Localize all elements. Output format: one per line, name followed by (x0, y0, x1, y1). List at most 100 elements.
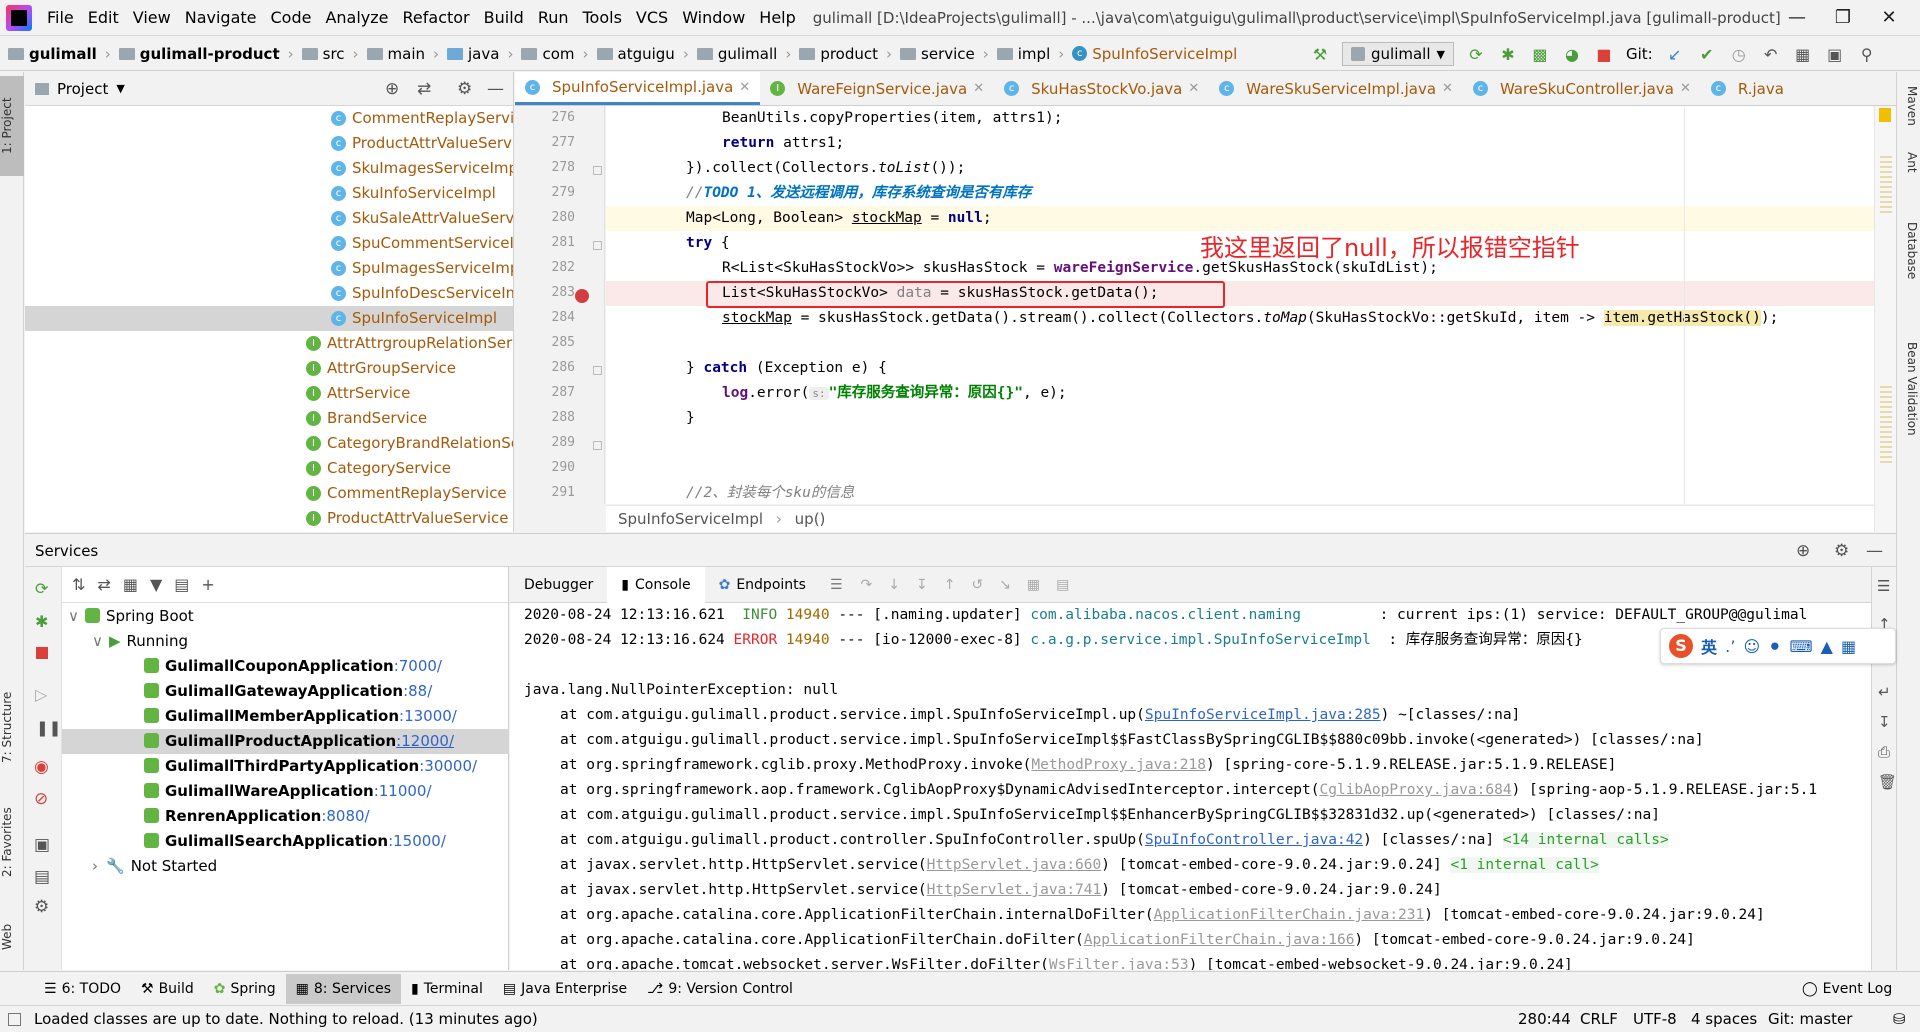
status-toggle-icon[interactable] (8, 1013, 21, 1026)
fold-marker-icon[interactable] (593, 366, 602, 375)
globe-icon[interactable]: ⊕ (1796, 534, 1810, 568)
close-icon[interactable]: ✕ (1866, 0, 1912, 36)
internal-calls-fold[interactable]: <14 internal calls> (1502, 832, 1669, 848)
crumb-method[interactable]: up() (795, 510, 826, 528)
debug-icon[interactable]: ✱ (1497, 43, 1519, 65)
new-tab-icon[interactable]: ▤ (174, 575, 189, 594)
hide-icon[interactable]: — (487, 79, 504, 99)
build-hammer-icon[interactable]: ⚒ (1309, 43, 1331, 65)
tree-item[interactable]: I CommentReplayService (25, 481, 513, 506)
tree-item[interactable]: I AttrAttrgroupRelationSer (25, 331, 513, 356)
tree-item[interactable]: c SpuCommentServiceIr (25, 231, 513, 256)
tree-item[interactable]: c CommentReplayServic (25, 106, 513, 131)
ime-language[interactable]: 英 (1701, 634, 1717, 658)
tree-item[interactable]: I AttrGroupService (25, 356, 513, 381)
drop-frame-icon[interactable]: ↺ (971, 577, 983, 593)
settings-icon[interactable]: ⚙ (34, 897, 49, 917)
tree-spring-boot[interactable]: ∨ Spring Boot (68, 604, 508, 629)
tab-spring[interactable]: ✿ Spring (204, 974, 286, 1004)
locate-icon[interactable]: ⊕ (385, 79, 399, 99)
force-step-into-icon[interactable]: ↧ (916, 577, 928, 593)
menu-help[interactable]: Help (752, 8, 802, 27)
profile-icon[interactable]: ◕ (1561, 43, 1583, 65)
chevron-down-icon[interactable]: ▼ (116, 82, 124, 95)
breadcrumb-impl[interactable]: impl › (996, 45, 1064, 63)
menu-vcs[interactable]: VCS (629, 8, 675, 27)
service-coupon[interactable]: GulimallCouponApplication:7000/ (144, 654, 504, 679)
menu-run[interactable]: Run (531, 8, 576, 27)
tree-running[interactable]: ∨ ▶ Running (92, 629, 507, 654)
service-ware[interactable]: GulimallWareApplication:11000/ (144, 779, 504, 804)
restore-icon[interactable]: ❐ (1820, 0, 1866, 36)
print-icon[interactable]: ⎙ (1878, 743, 1890, 761)
collapse-all-icon[interactable]: ⇄ (97, 575, 110, 594)
fold-marker-icon[interactable] (593, 241, 602, 250)
menu-view[interactable]: View (126, 8, 178, 27)
rerun-icon[interactable]: ⟳ (1465, 43, 1487, 65)
refresh-icon[interactable]: ⟳ (35, 579, 48, 598)
git-update-icon[interactable]: ↙ (1664, 43, 1686, 65)
crumb-class[interactable]: SpuInfoServiceImpl (618, 510, 763, 528)
run-to-cursor-icon[interactable]: ↘ (999, 577, 1011, 593)
tab-database[interactable]: Database (1899, 222, 1919, 279)
tab-ant[interactable]: Ant (1899, 152, 1919, 173)
lock-icon[interactable]: ⛁ (1893, 1006, 1906, 1032)
tree-item[interactable]: c SpuInfoDescServiceIm (25, 281, 513, 306)
hide-icon[interactable]: — (1866, 534, 1883, 568)
minimize-icon[interactable]: — (1774, 0, 1820, 36)
skin-icon[interactable]: ▲ (1821, 637, 1833, 656)
breadcrumb-class[interactable]: c SpuInfoServiceImpl (1072, 45, 1237, 63)
service-renren[interactable]: RenrenApplication:8080/ (144, 804, 504, 829)
tab-version-control[interactable]: ⎇ 9: Version Control (637, 974, 803, 1004)
coverage-icon[interactable]: ▩ (1529, 43, 1551, 65)
service-product[interactable]: GulimallProductApplication:12000/ (62, 729, 509, 754)
evaluate-icon[interactable]: ▦ (1027, 577, 1040, 593)
pause-icon[interactable]: ❚❚ (36, 719, 61, 737)
editor-error-stripe[interactable] (1874, 106, 1896, 532)
tab-bean-validation[interactable]: Bean Validation (1899, 342, 1919, 436)
trace-icon[interactable]: ▤ (1056, 577, 1069, 593)
tab-debugger[interactable]: Debugger (510, 567, 607, 603)
git-branch[interactable]: Git: master (1768, 1006, 1852, 1032)
project-panel-title[interactable]: Project (57, 80, 108, 98)
step-into-icon[interactable]: ↓ (888, 577, 900, 593)
stop-icon[interactable] (36, 647, 48, 659)
tree-item[interactable]: I CategoryBrandRelationSe (25, 431, 513, 456)
close-tab-icon[interactable]: ✕ (1442, 81, 1453, 96)
project-structure-icon[interactable]: ▦ (1792, 43, 1814, 65)
close-tab-icon[interactable]: ✕ (1680, 81, 1691, 96)
breadcrumb-src[interactable]: src › (301, 45, 359, 63)
menu-refactor[interactable]: Refactor (396, 8, 477, 27)
grid-icon[interactable]: ▦ (1841, 637, 1856, 656)
tree-item[interactable]: c SkuInfoServiceImpl (25, 181, 513, 206)
file-encoding[interactable]: UTF-8 (1633, 1006, 1677, 1032)
service-thirdparty[interactable]: GulimallThirdPartyApplication:30000/ (144, 754, 504, 779)
tree-item[interactable]: c SkuImagesServiceImpl (25, 156, 513, 181)
tree-item[interactable]: c ProductAttrValueServi (25, 131, 513, 156)
breadcrumb-service[interactable]: service › (900, 45, 989, 63)
tab-warefeignservice[interactable]: I WareFeignService.java ✕ (760, 72, 994, 105)
breadcrumb-gulimall-pkg[interactable]: gulimall › (696, 45, 791, 63)
presentation-icon[interactable]: ▣ (1824, 43, 1846, 65)
tab-maven[interactable]: Maven (1899, 86, 1919, 126)
menu-edit[interactable]: Edit (81, 8, 126, 27)
indent-setting[interactable]: 4 spaces (1691, 1006, 1757, 1032)
breadcrumb-atguigu[interactable]: atguigu › (596, 45, 689, 63)
menu-analyze[interactable]: Analyze (318, 8, 395, 27)
expand-all-icon[interactable]: ⇅ (72, 575, 85, 594)
tab-spuinfoserviceimpl[interactable]: c SpuInfoServiceImpl.java ✕ (515, 72, 761, 105)
step-out-icon[interactable]: ↑ (944, 577, 956, 593)
ime-toolbar[interactable]: S 英 ․’ ☺ ⚫ ⌨ ▲ ▦ (1660, 628, 1896, 664)
menu-code[interactable]: Code (264, 8, 319, 27)
tree-item[interactable]: I ProductAttrValueService (25, 506, 513, 531)
tab-java-enterprise[interactable]: ▤ Java Enterprise (493, 974, 637, 1004)
internal-calls-fold[interactable]: <1 internal call> (1450, 857, 1599, 873)
tree-item-selected[interactable]: c SpuInfoServiceImpl (25, 306, 513, 331)
resume-icon[interactable]: ▷ (35, 685, 47, 704)
gear-icon[interactable]: ⚙ (1834, 534, 1849, 568)
breadcrumb-product[interactable]: product › (799, 45, 892, 63)
keyboard-icon[interactable]: ⌨ (1790, 637, 1813, 656)
add-service-icon[interactable]: + (201, 575, 214, 594)
clear-icon[interactable]: 🗑 (1878, 773, 1897, 791)
tab-console[interactable]: ▮ Console (607, 566, 705, 603)
